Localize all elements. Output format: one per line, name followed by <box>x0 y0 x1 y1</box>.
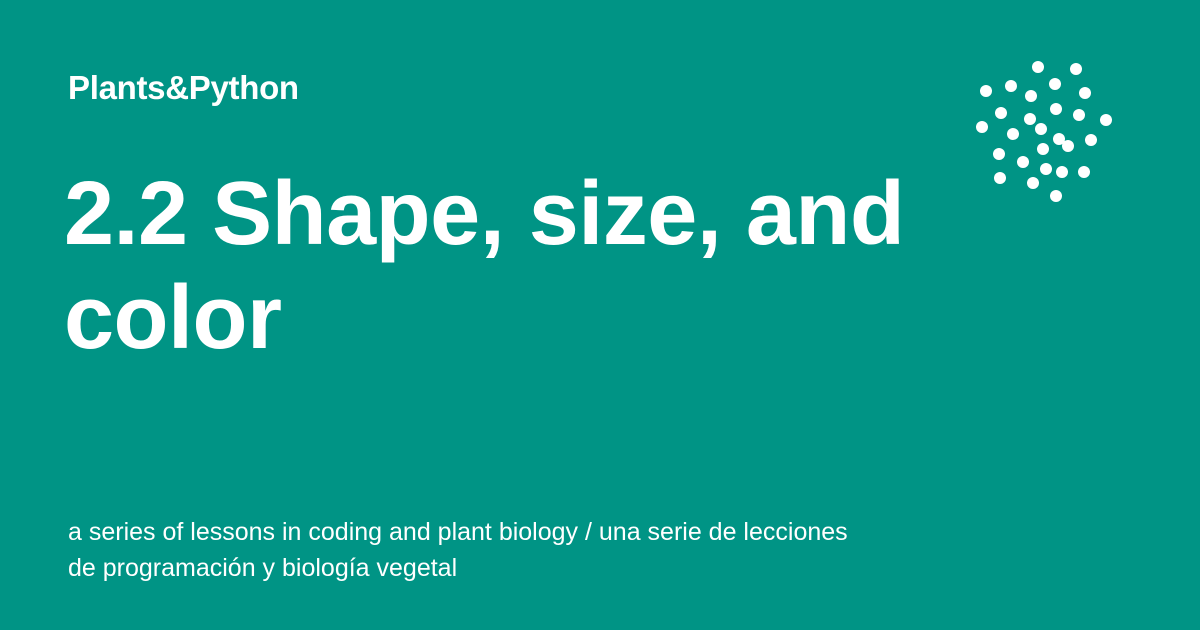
site-name: Plants&Python <box>68 69 299 106</box>
social-card: Plants&Python 2.2 Shape, size, and color… <box>0 0 1200 630</box>
page-title: 2.2 Shape, size, and color <box>64 164 905 368</box>
description: a series of lessons in coding and plant … <box>68 518 848 582</box>
dot-spiral-logo-icon <box>976 61 1112 202</box>
